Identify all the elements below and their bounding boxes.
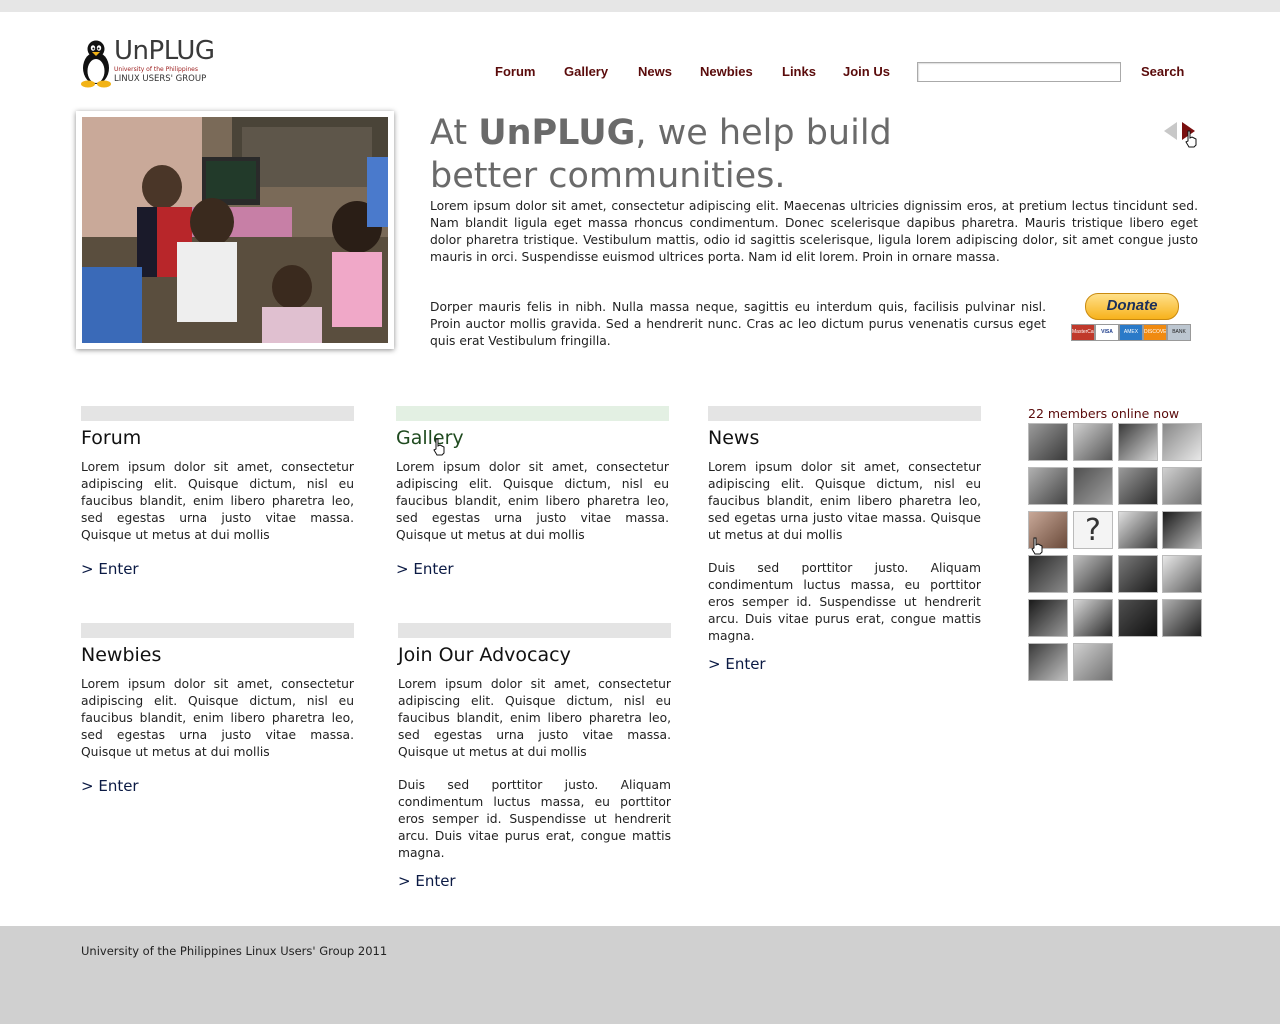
forum-section-bar [81,406,354,421]
gallery-enter-link[interactable]: > Enter [396,560,454,578]
hero-title-brand: UnPLUG [478,113,636,153]
logo-title: UnPLUG [114,36,215,66]
gallery-section-text: Lorem ipsum dolor sit amet, consectetur … [396,460,669,542]
member-avatar[interactable] [1073,467,1113,505]
nav-links[interactable]: Links [782,64,816,79]
site-logo[interactable]: UnPLUG University of the Philippines LIN… [80,36,220,90]
forum-section-title[interactable]: Forum [81,427,141,449]
advocacy-section-title[interactable]: Join Our Advocacy [398,644,571,666]
advocacy-section-bar [398,623,671,638]
member-avatar[interactable] [1073,643,1113,681]
hero-paragraph-2: Dorper mauris felis in nibh. Nulla massa… [430,300,1046,348]
logo-subtitle-group: LINUX USERS' GROUP [114,74,207,84]
mastercard-icon: MasterCard [1071,324,1095,341]
search-input[interactable] [917,62,1121,82]
visa-icon: VISA [1095,324,1119,341]
advocacy-section-text-2: Duis sed porttitor justo. Aliquam condim… [398,778,671,860]
forum-section-text: Lorem ipsum dolor sit amet, consectetur … [81,460,354,542]
search-button[interactable]: Search [1141,64,1184,79]
member-avatar[interactable] [1118,467,1158,505]
discover-icon: DISCOVER [1143,324,1167,341]
member-avatar[interactable] [1028,423,1068,461]
nav-forum[interactable]: Forum [495,64,535,79]
nav-gallery[interactable]: Gallery [564,64,608,79]
member-avatar[interactable] [1162,555,1202,593]
footer-copyright: University of the Philippines Linux User… [81,944,388,958]
hero-title: At UnPLUG, we help build better communit… [430,112,990,198]
nav-newbies[interactable]: Newbies [700,64,753,79]
advocacy-enter-link[interactable]: > Enter [398,872,456,890]
forum-enter-link[interactable]: > Enter [81,560,139,578]
member-avatar[interactable] [1118,423,1158,461]
members-online-label: 22 members online now [1028,406,1180,421]
hand-cursor-icon [1031,537,1043,555]
member-avatar[interactable] [1028,467,1068,505]
hero-photo-frame [76,111,394,349]
member-avatar[interactable] [1118,511,1158,549]
newbies-enter-link[interactable]: > Enter [81,777,139,795]
gallery-section-title[interactable]: Gallery [396,427,464,449]
member-avatar[interactable] [1162,511,1202,549]
footer [0,926,1280,1024]
hero-photo [82,117,388,343]
slider-prev-arrow-icon[interactable] [1164,122,1177,140]
news-enter-link[interactable]: > Enter [708,655,766,673]
member-avatar[interactable] [1073,423,1113,461]
member-avatar[interactable] [1118,555,1158,593]
nav-news[interactable]: News [638,64,672,79]
logo-subtitle-university: University of the Philippines [114,66,198,73]
nav-join-us[interactable]: Join Us [843,64,890,79]
gallery-section-bar [396,406,669,421]
member-avatar[interactable] [1028,643,1068,681]
member-avatar[interactable] [1162,467,1202,505]
newbies-section-text: Lorem ipsum dolor sit amet, consectetur … [81,677,354,759]
news-section-bar [708,406,981,421]
hand-cursor-icon [1185,130,1197,148]
news-section-title[interactable]: News [708,427,759,449]
top-strip [0,0,1280,12]
member-avatar[interactable] [1028,555,1068,593]
member-avatar[interactable] [1162,423,1202,461]
newbies-section-title[interactable]: Newbies [81,644,161,666]
hero-title-prefix: At [430,113,479,153]
tux-penguin-icon [81,40,111,88]
unknown-member-avatar-icon[interactable]: ? [1073,511,1113,549]
amex-icon: AMEX [1119,324,1143,341]
news-section-text-2: Duis sed porttitor justo. Aliquam condim… [708,561,981,643]
member-avatar[interactable] [1073,599,1113,637]
donate-button[interactable]: Donate [1085,293,1179,320]
member-avatar[interactable] [1162,599,1202,637]
member-avatar[interactable] [1028,599,1068,637]
newbies-section-bar [81,623,354,638]
hand-cursor-icon [433,438,445,456]
news-section-text: Lorem ipsum dolor sit amet, consectetur … [708,460,981,542]
member-avatar[interactable] [1073,555,1113,593]
hero-paragraph-1: Lorem ipsum dolor sit amet, consectetur … [430,199,1198,264]
bank-icon: BANK [1167,324,1191,341]
advocacy-section-text: Lorem ipsum dolor sit amet, consectetur … [398,677,671,759]
member-avatar[interactable] [1118,599,1158,637]
